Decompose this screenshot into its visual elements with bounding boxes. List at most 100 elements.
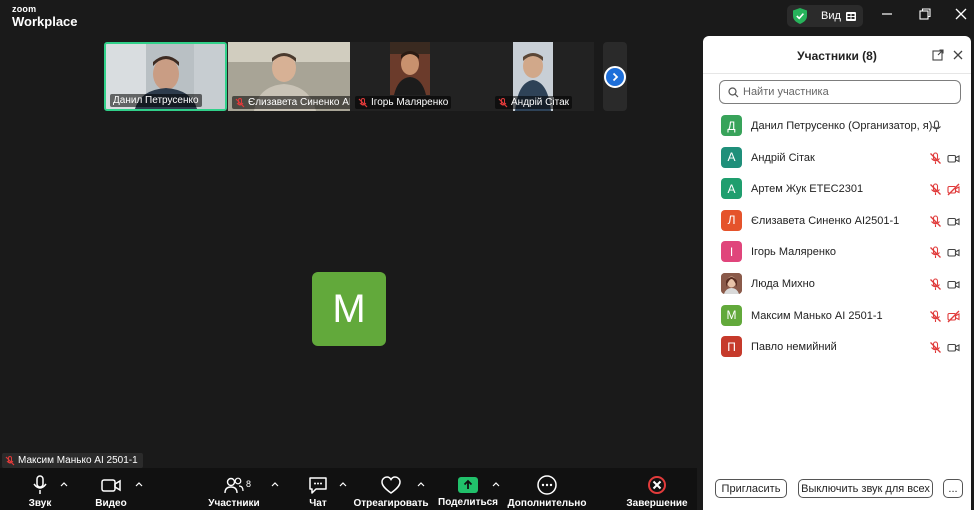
active-speaker-avatar: М (312, 272, 386, 346)
mic-muted-icon (358, 97, 368, 107)
minimize-icon[interactable] (880, 7, 894, 21)
mic-muted-icon[interactable] (929, 183, 942, 196)
participant-avatar: Л (721, 209, 742, 231)
mic-muted-icon[interactable] (929, 215, 942, 228)
search-input[interactable] (743, 86, 953, 98)
video-tile[interactable]: Ігорь Маляренко (351, 42, 472, 111)
participant-name: Артем Жук ЕТЕС2301 (751, 183, 864, 196)
more-button[interactable]: Дополнительно (507, 468, 587, 510)
tile-name-label: Данил Петрусенко (110, 94, 202, 107)
video-tile[interactable]: Данил Петрусенко (104, 42, 227, 111)
tile-name-text: Андрій Сітак (511, 97, 570, 108)
security-shield-icon (793, 8, 807, 24)
video-camera-icon[interactable] (947, 152, 960, 165)
share-label: Поделиться (438, 497, 499, 508)
participants-label: Участники (208, 498, 260, 509)
mic-muted-icon (498, 97, 508, 107)
end-call-icon (648, 476, 666, 494)
panel-footer: Пригласить Выключить звук для всех ... (703, 477, 971, 510)
chat-options-caret-icon[interactable] (339, 481, 347, 487)
participant-row[interactable]: Д Данил Петрусенко (Организатор, я) (703, 111, 971, 142)
mic-muted-icon[interactable] (929, 310, 942, 323)
share-options-caret-icon[interactable] (492, 481, 500, 487)
audio-button[interactable]: Звук (24, 468, 56, 510)
zoom-logo: zoom Workplace (12, 5, 78, 29)
participant-name: Данил Петрусенко (Организатор, я) (751, 120, 933, 132)
view-grid-icon (845, 11, 856, 21)
react-label: Отреагировать (353, 498, 429, 509)
participants-icon (224, 477, 244, 494)
participant-avatar: А (721, 178, 742, 200)
video-camera-icon[interactable] (947, 246, 960, 259)
mic-muted-icon (5, 455, 15, 465)
react-button[interactable]: Отреагировать (353, 468, 429, 510)
chevron-right-icon (604, 66, 626, 88)
participant-name: Павло немийний (751, 341, 837, 354)
participant-row[interactable]: Л Єлизавета Синенко AI2501-1 (703, 206, 971, 237)
view-button[interactable]: Вид (787, 5, 863, 27)
video-camera-icon[interactable] (947, 341, 960, 354)
tile-name-text: Данил Петрусенко (113, 95, 199, 106)
video-tile[interactable]: Андрій Сітак (473, 42, 594, 111)
pop-out-icon[interactable] (932, 49, 944, 61)
chat-button[interactable]: Чат (305, 468, 331, 510)
end-meeting-button[interactable]: Завершение (625, 468, 689, 510)
participant-name: Андрій Сітак (751, 151, 815, 164)
participant-video (390, 42, 430, 95)
mute-all-button[interactable]: Выключить звук для всех (798, 479, 933, 498)
participants-button[interactable]: Участники (208, 468, 260, 510)
next-page-button[interactable] (603, 42, 627, 111)
participant-avatar (721, 273, 742, 294)
participant-row[interactable]: А Артем Жук ЕТЕС2301 (703, 174, 971, 205)
video-camera-icon[interactable] (947, 215, 960, 228)
video-button[interactable]: Видео (94, 468, 128, 510)
close-window-icon[interactable] (954, 7, 968, 21)
title-bar: zoom Workplace Вид (0, 0, 974, 33)
video-camera-icon[interactable] (947, 278, 960, 291)
tile-name-label: Ігорь Маляренко (355, 96, 452, 109)
meeting-toolbar: Звук Видео Участники 8 Чат Отреагировать… (0, 468, 697, 510)
participant-row[interactable]: П Павло немийний (703, 332, 971, 363)
microphone-icon[interactable] (930, 120, 943, 133)
participants-count: 8 (246, 479, 252, 489)
mic-muted-icon[interactable] (929, 152, 942, 165)
audio-options-caret-icon[interactable] (60, 481, 68, 487)
tile-name-text: Ігорь Маляренко (371, 97, 449, 108)
share-arrow-icon (458, 477, 478, 493)
invite-button[interactable]: Пригласить (715, 479, 787, 498)
video-off-icon[interactable] (947, 183, 960, 196)
video-options-caret-icon[interactable] (135, 481, 143, 487)
video-label: Видео (95, 498, 127, 509)
participant-row[interactable]: І Ігорь Маляренко (703, 237, 971, 268)
more-label: Дополнительно (507, 498, 587, 509)
participant-row[interactable]: Люда Михно (703, 269, 971, 300)
logo-line2: Workplace (12, 14, 78, 29)
video-camera-icon (101, 479, 121, 492)
participant-name: Ігорь Маляренко (751, 246, 836, 259)
self-name-text: Максим Манько AI 2501-1 (18, 455, 138, 466)
heart-icon (381, 476, 401, 494)
video-off-icon[interactable] (947, 310, 960, 323)
meeting-stage: Данил Петрусенко Єлизавета Синенко AI... (0, 33, 703, 468)
video-tile[interactable]: Єлизавета Синенко AI... (228, 42, 350, 111)
participant-row[interactable]: А Андрій Сітак (703, 143, 971, 174)
participant-search[interactable] (719, 80, 961, 104)
self-name-label: Максим Манько AI 2501-1 (2, 453, 143, 468)
close-panel-icon[interactable] (952, 49, 964, 61)
mic-muted-icon[interactable] (929, 278, 942, 291)
end-label: Завершение (626, 498, 688, 509)
participant-name: Єлизавета Синенко AI2501-1 (751, 214, 900, 227)
react-options-caret-icon[interactable] (417, 481, 425, 487)
restore-icon[interactable] (918, 7, 932, 21)
search-icon (728, 86, 739, 97)
participants-options-caret-icon[interactable] (271, 481, 279, 487)
panel-more-button[interactable]: ... (943, 479, 963, 498)
share-screen-button[interactable]: Поделиться (438, 468, 499, 510)
participant-avatar: І (721, 241, 742, 263)
chat-label: Чат (309, 498, 327, 509)
participant-row[interactable]: М Максим Манько AI 2501-1 (703, 301, 971, 332)
mic-muted-icon[interactable] (929, 246, 942, 259)
audio-label: Звук (28, 498, 52, 509)
participant-name: Максим Манько AI 2501-1 (751, 309, 883, 322)
mic-muted-icon[interactable] (929, 341, 942, 354)
